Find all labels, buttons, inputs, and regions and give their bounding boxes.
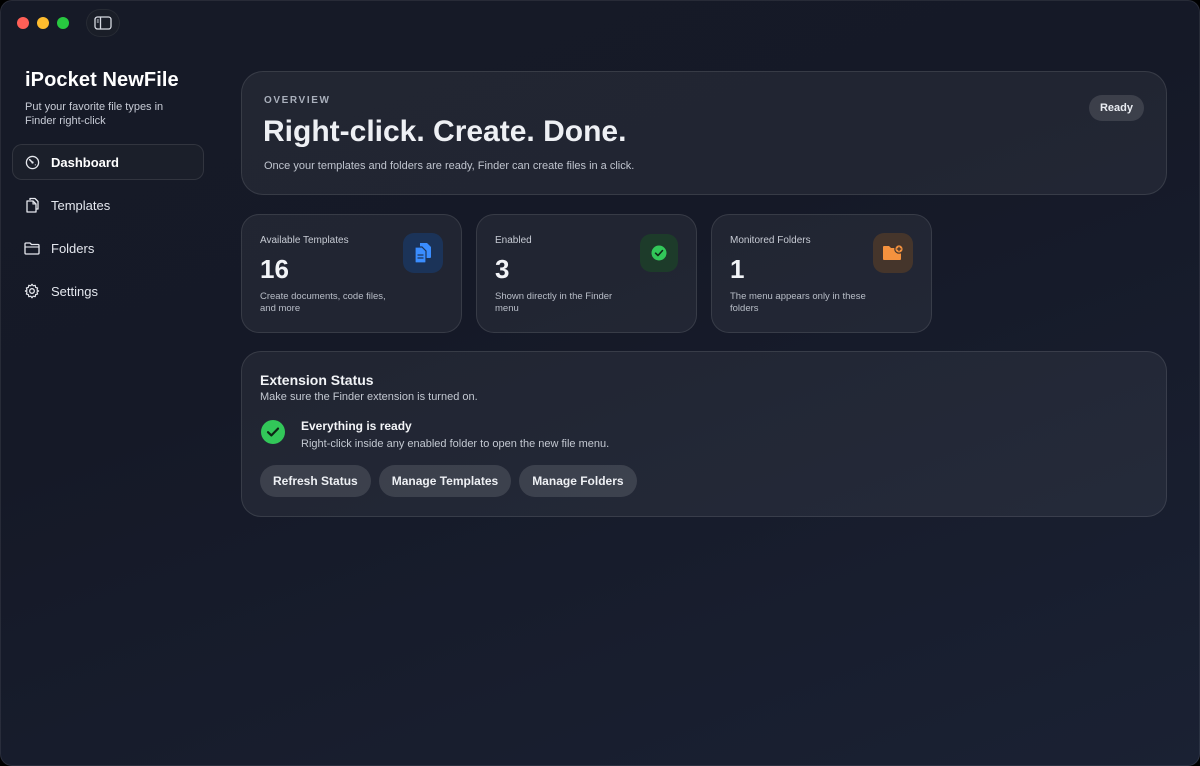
checkmark-circle-icon <box>640 234 678 272</box>
folder-add-icon <box>873 233 913 273</box>
extension-status-card: Extension Status Make sure the Finder ex… <box>241 351 1167 517</box>
sidebar-item-label: Dashboard <box>51 154 119 170</box>
stat-description: Shown directly in the Finder menu <box>495 291 613 314</box>
extension-status-title: Extension Status <box>260 372 374 388</box>
window-controls <box>17 17 69 29</box>
manage-folders-button[interactable]: Manage Folders <box>519 465 637 497</box>
stat-label: Available Templates <box>260 235 349 246</box>
minimize-window-button[interactable] <box>37 17 49 29</box>
zoom-window-button[interactable] <box>57 17 69 29</box>
status-description: Right-click inside any enabled folder to… <box>301 438 610 450</box>
overview-headline: Right-click. Create. Done. <box>263 115 627 148</box>
sidebar-item-label: Templates <box>51 197 111 213</box>
app-subtitle: Put your favorite file types in Finder r… <box>25 101 164 127</box>
refresh-status-button[interactable]: Refresh Status <box>260 465 371 497</box>
sidebar-item-folders[interactable]: Folders <box>12 230 204 266</box>
stat-value: 16 <box>260 254 289 284</box>
stat-value: 1 <box>730 254 745 284</box>
status-title: Everything is ready <box>301 419 412 433</box>
gear-icon <box>24 283 40 299</box>
stat-card-available-templates: Available Templates 16 Create documents,… <box>241 214 462 333</box>
folder-icon <box>24 240 40 256</box>
status-badge: Ready <box>1088 95 1144 121</box>
sidebar-toggle-button[interactable] <box>86 9 120 37</box>
extension-status-description: Make sure the Finder extension is turned… <box>260 391 478 403</box>
manage-templates-button[interactable]: Manage Templates <box>378 465 512 497</box>
documents-icon <box>403 233 443 273</box>
app-window: iPocket NewFile Put your favorite file t… <box>0 0 1200 766</box>
stat-label: Enabled <box>495 235 532 246</box>
sidebar-item-settings[interactable]: Settings <box>12 273 204 309</box>
stat-description: Create documents, code files, and more <box>260 291 386 314</box>
overview-label: OVERVIEW <box>264 95 331 106</box>
sidebar-item-dashboard[interactable]: Dashboard <box>12 144 204 180</box>
sidebar-item-label: Folders <box>51 240 95 256</box>
overview-card: OVERVIEW Right-click. Create. Done. Once… <box>241 71 1167 195</box>
sidebar-item-label: Settings <box>51 283 98 299</box>
checkmark-circle-icon <box>261 420 285 444</box>
stat-card-enabled: Enabled 3 Shown directly in the Finder m… <box>476 214 697 333</box>
stat-label: Monitored Folders <box>730 235 811 246</box>
documents-icon <box>24 197 40 213</box>
sidebar-nav: Dashboard Templates Folders Settings <box>12 144 204 316</box>
app-title: iPocket NewFile <box>25 69 179 91</box>
stat-description: The menu appears only in these folders <box>730 291 866 314</box>
overview-description: Once your templates and folders are read… <box>264 160 635 172</box>
stat-value: 3 <box>495 254 510 284</box>
stat-card-monitored-folders: Monitored Folders 1 The menu appears onl… <box>711 214 932 333</box>
sidebar-item-templates[interactable]: Templates <box>12 187 204 223</box>
sidebar-toggle-icon <box>94 16 112 30</box>
action-buttons: Refresh Status Manage Templates Manage F… <box>260 465 637 497</box>
close-window-button[interactable] <box>17 17 29 29</box>
gauge-icon <box>24 154 40 170</box>
